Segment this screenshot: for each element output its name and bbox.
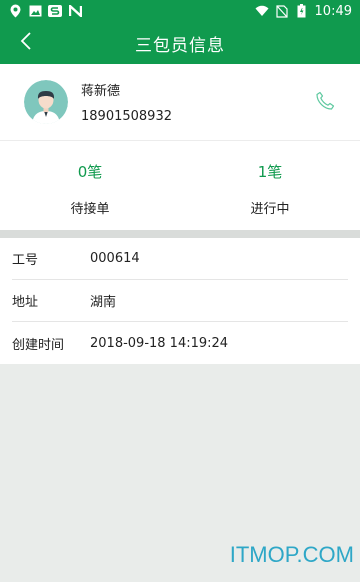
avatar [24, 80, 68, 124]
location-app-icon [8, 4, 22, 18]
info-value: 湖南 [90, 295, 117, 310]
n-app-icon [68, 4, 82, 18]
stat-pending-value: 0笔 [77, 163, 103, 181]
phone-icon [314, 91, 336, 116]
watermark: ITMOP.COM [229, 542, 354, 567]
stat-pending-label: 待接单 [70, 202, 110, 217]
profile-name: 蒋新德 [81, 84, 121, 99]
info-row-address: 地址 湖南 [12, 280, 348, 322]
info-value: 2018-09-18 14:19:24 [90, 335, 229, 351]
no-sim-icon [275, 4, 289, 18]
order-stats: 0笔 待接单 1笔 进行中 [0, 140, 360, 230]
wifi-icon [255, 4, 269, 18]
info-label: 创建时间 [12, 337, 65, 353]
status-right: 10:49 [255, 4, 352, 19]
info-label: 地址 [12, 295, 39, 310]
status-bar: 10:49 [0, 0, 360, 22]
app-header: 三包员信息 [0, 22, 360, 64]
profile-info: 蒋新德 18901508932 [81, 80, 172, 124]
info-list: 工号 000614 地址 湖南 创建时间 2018-09-18 14:19:24 [0, 238, 360, 364]
info-row-created-time: 创建时间 2018-09-18 14:19:24 [12, 322, 348, 364]
battery-icon [295, 4, 309, 18]
chevron-left-icon [20, 31, 32, 55]
profile-phone: 18901508932 [81, 109, 172, 124]
clock: 10:49 [314, 3, 352, 19]
back-button[interactable] [10, 22, 42, 64]
section-divider [0, 230, 360, 238]
gallery-icon [28, 4, 42, 18]
status-left [8, 4, 82, 18]
info-label: 工号 [12, 253, 39, 268]
page-title: 三包员信息 [135, 35, 225, 56]
stat-in-progress-value: 1笔 [257, 163, 283, 181]
stat-pending[interactable]: 0笔 待接单 [0, 141, 180, 230]
stat-in-progress[interactable]: 1笔 进行中 [180, 141, 360, 230]
s-app-icon [48, 4, 62, 18]
info-value: 000614 [90, 251, 140, 266]
info-row-employee-id: 工号 000614 [12, 238, 348, 280]
profile-card: 蒋新德 18901508932 [0, 64, 360, 140]
stat-in-progress-label: 进行中 [250, 202, 290, 217]
call-button[interactable] [314, 90, 336, 112]
